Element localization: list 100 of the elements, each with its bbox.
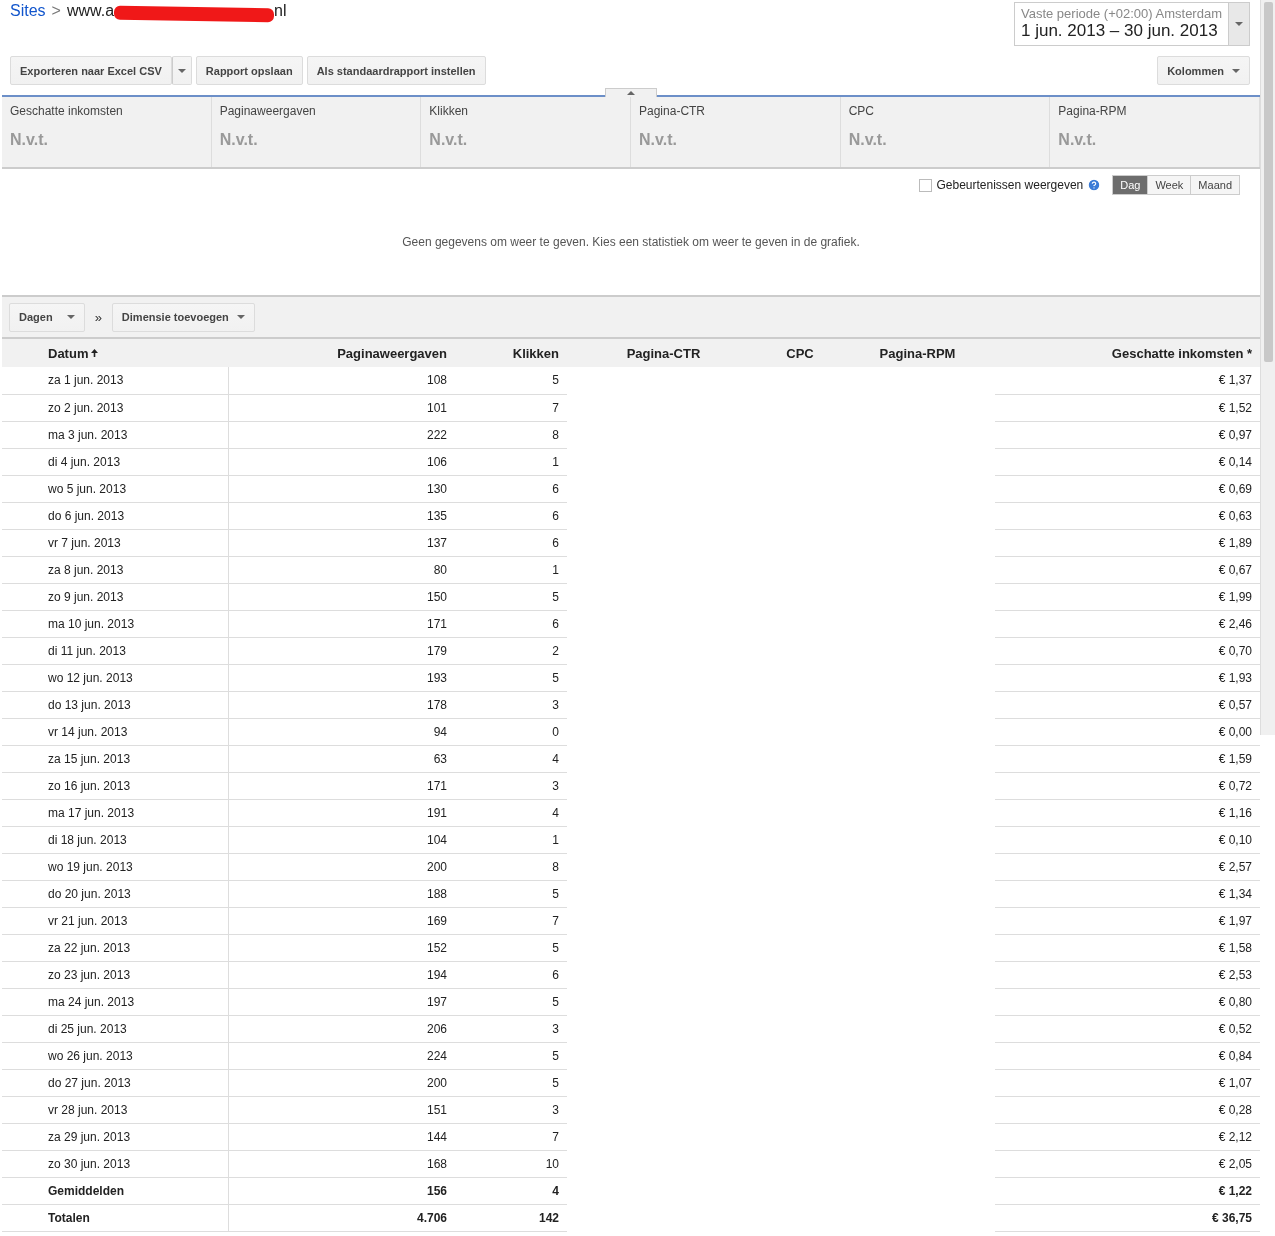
table-cell: 169: [228, 907, 455, 934]
table-cell: € 0,57: [995, 691, 1260, 718]
table-cell: 4: [455, 1177, 567, 1204]
collapse-tab[interactable]: [605, 88, 657, 97]
metric-card[interactable]: Geschatte inkomsten N.v.t.: [2, 97, 212, 167]
table-cell: € 2,46: [995, 610, 1260, 637]
metric-card[interactable]: Pagina-CTR N.v.t.: [631, 97, 841, 167]
add-dimension-dropdown[interactable]: Dimensie toevoegen: [111, 302, 255, 332]
column-header[interactable]: Geschatte inkomsten *: [995, 339, 1260, 367]
metric-label: Pagina-CTR: [639, 104, 707, 118]
site-name: nl: [274, 2, 287, 20]
table-cell: 5: [455, 583, 567, 610]
column-header[interactable]: CPC: [760, 339, 840, 367]
table-cell: zo 23 jun. 2013: [2, 961, 228, 988]
table-cell: € 1,37: [995, 367, 1260, 394]
columns-button[interactable]: Kolommen: [1157, 56, 1250, 85]
table-cell: € 1,34: [995, 880, 1260, 907]
dimension-dropdown[interactable]: Dagen: [9, 302, 85, 332]
metric-card[interactable]: Klikken N.v.t.: [421, 97, 631, 167]
table-cell: di 11 jun. 2013: [2, 637, 228, 664]
table-cell: 104: [228, 826, 455, 853]
table-cell: € 2,57: [995, 853, 1260, 880]
table-cell: 151: [228, 1096, 455, 1123]
column-header[interactable]: Pagina-RPM: [840, 339, 995, 367]
metric-card[interactable]: CPC N.v.t.: [840, 97, 1051, 167]
table-cell: 94: [228, 718, 455, 745]
toolbar-button[interactable]: Rapport opslaan: [195, 56, 303, 85]
table-cell: € 1,22: [995, 1177, 1260, 1204]
dimension-separator: »: [93, 309, 103, 325]
period-tab[interactable]: Maand: [1190, 175, 1240, 195]
column-header[interactable]: Paginaweergaven: [228, 339, 455, 367]
table-cell: € 1,93: [995, 664, 1260, 691]
site-name: www.a: [66, 2, 115, 20]
table-cell: 224: [228, 1042, 455, 1069]
table-cell: € 0,69: [995, 475, 1260, 502]
table-cell: 150: [228, 583, 455, 610]
table-cell: 6: [455, 502, 567, 529]
table-cell: zo 16 jun. 2013: [2, 772, 228, 799]
help-icon[interactable]: [1087, 178, 1102, 192]
table-cell: 6: [455, 529, 567, 556]
table-cell: 0: [455, 718, 567, 745]
table-cell: ma 24 jun. 2013: [2, 988, 228, 1015]
period-tab[interactable]: Dag: [1112, 175, 1149, 195]
table-cell: € 2,12: [995, 1123, 1260, 1150]
table-cell: vr 28 jun. 2013: [2, 1096, 228, 1123]
table-cell: 106: [228, 448, 455, 475]
toolbar-button[interactable]: Als standaardrapport instellen: [306, 56, 486, 85]
metric-value: N.v.t.: [848, 131, 888, 149]
column-header[interactable]: Klikken: [455, 339, 567, 367]
table-cell: € 0,80: [995, 988, 1260, 1015]
table-cell: € 1,97: [995, 907, 1260, 934]
caret-icon: [1232, 68, 1240, 73]
table-cell: 200: [228, 853, 455, 880]
table-cell: € 0,28: [995, 1096, 1260, 1123]
table-cell: 179: [228, 637, 455, 664]
export-dropdown-button[interactable]: [171, 56, 192, 85]
metric-value: N.v.t.: [10, 131, 49, 149]
table-cell: 101: [228, 394, 455, 421]
empty-chart-message: Geen gegevens om weer te geven. Kies een statistiek om weer te geven in de grafiek.: [401, 235, 861, 249]
table-cell: 1: [455, 556, 567, 583]
events-checkbox[interactable]: [919, 178, 933, 192]
table-cell: 5: [455, 1042, 567, 1069]
table-cell: € 0,52: [995, 1015, 1260, 1042]
table-cell: zo 9 jun. 2013: [2, 583, 228, 610]
date-dropdown-button[interactable]: [1228, 3, 1249, 45]
date-range-picker[interactable]: Vaste periode (+02:00) Amsterdam 1 jun. 2013 – 30 jun. 2013: [1014, 2, 1250, 46]
sites-link[interactable]: Sites: [10, 2, 46, 20]
table-cell: vr 21 jun. 2013: [2, 907, 228, 934]
metric-label: Paginaweergaven: [219, 104, 317, 118]
table-cell: 142: [455, 1204, 567, 1231]
table-cell: € 1,52: [995, 394, 1260, 421]
table-cell: € 2,53: [995, 961, 1260, 988]
metric-value: N.v.t.: [1058, 131, 1098, 149]
table-cell: 4: [455, 745, 567, 772]
metric-value: N.v.t.: [429, 131, 469, 149]
period-tab[interactable]: Week: [1147, 175, 1192, 195]
scrollbar[interactable]: [1260, 0, 1275, 735]
table-cell: € 1,89: [995, 529, 1260, 556]
table-cell: 5: [455, 988, 567, 1015]
table-cell: 108: [228, 367, 455, 394]
table-cell: 5: [455, 1069, 567, 1096]
caret-icon: [1235, 22, 1243, 26]
breadcrumb-separator: >: [51, 2, 61, 20]
table-cell: 6: [455, 610, 567, 637]
metric-card[interactable]: Paginaweergaven N.v.t.: [211, 97, 422, 167]
column-header[interactable]: Pagina-CTR: [567, 339, 760, 367]
table-cell: € 1,59: [995, 745, 1260, 772]
table-cell: za 22 jun. 2013: [2, 934, 228, 961]
table-cell: 7: [455, 394, 567, 421]
table-cell: 63: [228, 745, 455, 772]
table-cell: 3: [455, 691, 567, 718]
table-cell: € 0,70: [995, 637, 1260, 664]
caret-icon: [236, 315, 245, 319]
table-cell: za 8 jun. 2013: [2, 556, 228, 583]
export-button[interactable]: Exporteren naar Excel CSV: [10, 56, 172, 85]
table-cell: 8: [455, 853, 567, 880]
table-cell: 4.706: [228, 1204, 455, 1231]
table-cell: 193: [228, 664, 455, 691]
column-header[interactable]: Datum: [2, 339, 228, 367]
table-cell: vr 14 jun. 2013: [2, 718, 228, 745]
